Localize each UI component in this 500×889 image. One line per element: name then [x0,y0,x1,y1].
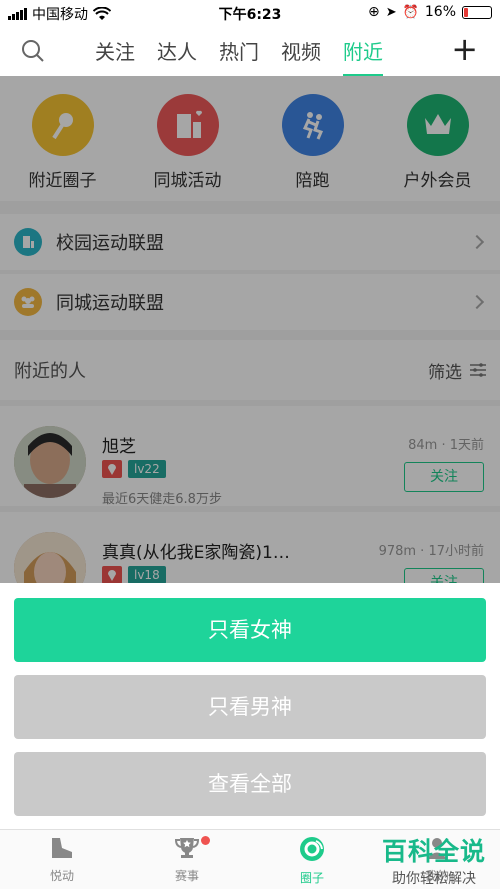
tab-experts[interactable]: 达人 [157,36,197,65]
watermark-title: 百科全说 [381,837,486,866]
filter-action-sheet: 只看女神 只看男神 查看全部 [0,583,500,829]
only-female-button[interactable]: 只看女神 [14,598,486,662]
watermark-subtitle: 助你轻松解决 [391,871,476,887]
shoe-icon [52,838,72,858]
battery-icon [462,5,492,19]
status-bar: 中国移动 下午6:23 ⊕ ➤ ⏰ 16% [0,0,500,26]
tab-video[interactable]: 视频 [281,36,321,65]
top-nav: 关注 达人 热门 视频 附近 + [0,26,500,77]
tab-events[interactable]: 赛事 [137,836,237,884]
plus-icon[interactable]: + [451,33,478,65]
location-icon: ➤ [385,4,397,20]
orientation-lock-icon: ⊕ [368,4,380,20]
tab-circles[interactable]: 圈子 [262,836,362,886]
battery-percent: 16% [424,4,456,20]
nav-tabs: 关注 达人 热门 视频 附近 [95,36,383,77]
view-all-button[interactable]: 查看全部 [14,752,486,816]
watermark: 百科全说 助你轻松解决 [382,832,486,888]
status-right: ⊕ ➤ ⏰ 16% [368,4,492,20]
tab-yuedong[interactable]: 悦动 [12,836,112,884]
tab-label: 悦动 [49,869,74,883]
search-icon[interactable] [20,38,46,68]
tab-nearby[interactable]: 附近 [343,36,383,77]
only-male-button[interactable]: 只看男神 [14,675,486,739]
tab-label: 赛事 [174,869,199,883]
tab-label: 圈子 [299,871,324,885]
tab-hot[interactable]: 热门 [219,36,259,65]
circle-icon [300,837,324,861]
trophy-icon [174,838,200,858]
notification-dot [201,836,210,845]
tab-follow[interactable]: 关注 [95,36,135,65]
alarm-icon: ⏰ [402,4,419,20]
